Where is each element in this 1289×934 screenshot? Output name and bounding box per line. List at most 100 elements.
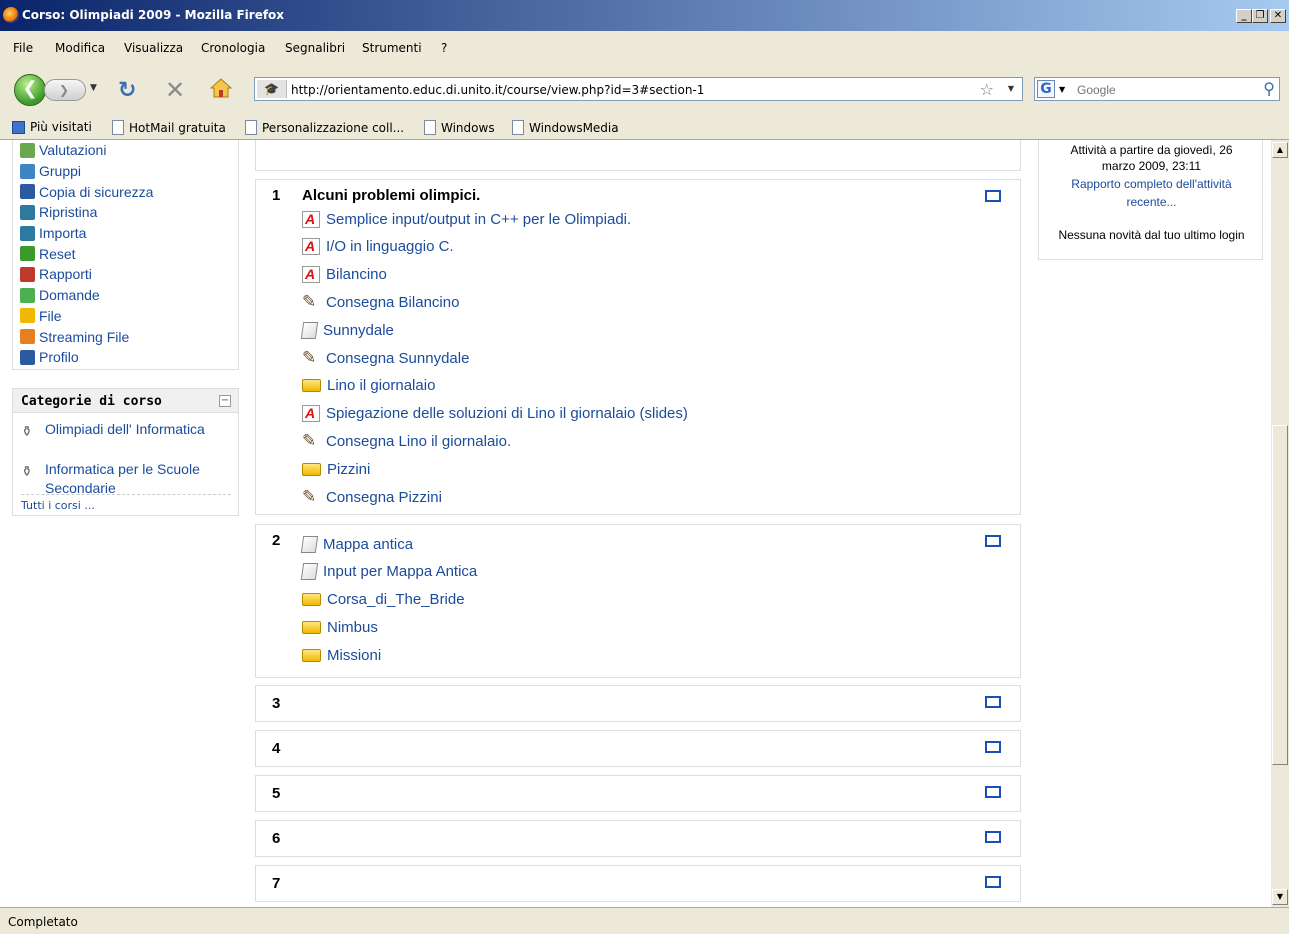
activity-link[interactable]: Nimbus xyxy=(302,617,378,637)
history-dropdown-icon[interactable]: ▼ xyxy=(90,83,97,93)
show-only-section-icon[interactable] xyxy=(985,190,1001,202)
search-engine-icon[interactable]: G xyxy=(1037,80,1055,98)
bookmark-hotmail[interactable]: HotMail gratuita xyxy=(112,120,226,135)
site-identity-icon[interactable]: 🎓 xyxy=(257,80,287,98)
home-icon[interactable] xyxy=(210,77,232,99)
activity-link[interactable]: Consegna Pizzini xyxy=(302,487,442,507)
full-report-link-line2[interactable]: recente... xyxy=(1039,193,1264,211)
bookmark-piu-visitati[interactable]: Più visitati xyxy=(12,120,92,134)
show-only-section-icon[interactable] xyxy=(985,786,1001,798)
activity-label[interactable]: I/O in linguaggio C. xyxy=(326,238,454,255)
activity-link[interactable]: Consegna Sunnydale xyxy=(302,348,469,368)
activity-link[interactable]: Consegna Lino il giornalaio. xyxy=(302,431,511,451)
admin-item-reset[interactable]: Reset xyxy=(20,243,153,264)
scroll-thumb[interactable] xyxy=(1272,425,1288,765)
scroll-down-button[interactable]: ▼ xyxy=(1272,889,1288,905)
minimize-button[interactable]: _ xyxy=(1236,9,1252,23)
menu-visualizza[interactable]: Visualizza xyxy=(124,41,183,55)
admin-item-domande[interactable]: Domande xyxy=(20,285,153,306)
activity-link[interactable]: Consegna Bilancino xyxy=(302,292,459,312)
show-only-section-icon[interactable] xyxy=(985,741,1001,753)
collapse-icon[interactable]: − xyxy=(219,395,231,407)
recent-activity-block: Attività a partire da giovedì, 26 marzo … xyxy=(1038,140,1263,260)
section-number: 5 xyxy=(272,785,281,802)
activity-label[interactable]: Lino il giornalaio xyxy=(327,377,435,394)
scroll-up-button[interactable]: ▲ xyxy=(1272,142,1288,158)
menu-modifica[interactable]: Modifica xyxy=(55,41,105,55)
activity-link[interactable]: Mappa antica xyxy=(300,534,413,554)
activity-label[interactable]: Missioni xyxy=(327,647,381,664)
activity-link[interactable]: Missioni xyxy=(302,645,381,665)
forward-button[interactable]: ❯ xyxy=(44,79,86,101)
activity-link[interactable]: Spiegazione delle soluzioni di Lino il g… xyxy=(302,404,688,424)
activity-link[interactable]: Corsa_di_The_Bride xyxy=(302,590,465,610)
folder-icon xyxy=(302,593,321,607)
menu-segnalibri[interactable]: Segnalibri xyxy=(285,41,345,55)
show-only-section-icon[interactable] xyxy=(985,876,1001,888)
activity-label[interactable]: Pizzini xyxy=(327,461,370,478)
close-button[interactable]: ✕ xyxy=(1270,9,1286,23)
bookmark-windowsmedia[interactable]: WindowsMedia xyxy=(512,120,619,135)
menu-help[interactable]: ? xyxy=(441,41,447,55)
bookmark-personalizzazione[interactable]: Personalizzazione coll... xyxy=(245,120,404,135)
activity-label[interactable]: Mappa antica xyxy=(323,536,413,553)
maximize-button[interactable]: ❐ xyxy=(1252,9,1268,23)
url-dropdown-icon[interactable]: ▼ xyxy=(1008,84,1014,93)
search-icon[interactable]: ⚲ xyxy=(1263,79,1275,98)
menu-file[interactable]: File xyxy=(13,41,33,55)
show-only-section-icon[interactable] xyxy=(985,535,1001,547)
category-icon: ⚱ xyxy=(21,463,33,479)
stop-icon[interactable]: ✕ xyxy=(165,76,185,104)
search-input[interactable] xyxy=(1077,81,1247,98)
admin-item-valutazioni[interactable]: Valutazioni xyxy=(20,140,153,161)
url-bar[interactable]: 🎓 ☆ ▼ xyxy=(254,77,1023,101)
admin-item-rapporti[interactable]: Rapporti xyxy=(20,264,153,285)
url-input[interactable] xyxy=(291,81,951,98)
menu-strumenti[interactable]: Strumenti xyxy=(362,41,422,55)
admin-item-profilo[interactable]: Profilo xyxy=(20,347,153,368)
menu-cronologia[interactable]: Cronologia xyxy=(201,41,265,55)
admin-item-gruppi[interactable]: Gruppi xyxy=(20,161,153,182)
admin-item-importa[interactable]: Importa xyxy=(20,223,153,244)
assignment-icon xyxy=(302,487,320,507)
activity-link[interactable]: I/O in linguaggio C. xyxy=(302,237,454,257)
activity-label[interactable]: Spiegazione delle soluzioni di Lino il g… xyxy=(326,405,688,422)
vertical-scrollbar[interactable]: ▲ ▼ xyxy=(1271,140,1289,907)
activity-link[interactable]: Semplice input/output in C++ per le Olim… xyxy=(302,209,631,229)
activity-label[interactable]: Consegna Pizzini xyxy=(326,489,442,506)
bookmark-windows[interactable]: Windows xyxy=(424,120,495,135)
admin-item-file[interactable]: File xyxy=(20,306,153,327)
activity-label[interactable]: Consegna Bilancino xyxy=(326,294,459,311)
bookmarks-toolbar: Più visitati HotMail gratuita Personaliz… xyxy=(0,114,1289,140)
reload-icon[interactable]: ↻ xyxy=(118,78,136,103)
activity-link[interactable]: Lino il giornalaio xyxy=(302,376,435,396)
bookmark-star-icon[interactable]: ☆ xyxy=(980,80,994,99)
activity-link[interactable]: Pizzini xyxy=(302,459,370,479)
activity-link[interactable]: Sunnydale xyxy=(300,320,394,340)
activity-label[interactable]: Consegna Sunnydale xyxy=(326,350,469,367)
admin-item-streaming-file[interactable]: Streaming File xyxy=(20,326,153,347)
activity-link[interactable]: Input per Mappa Antica xyxy=(300,562,477,582)
search-bar[interactable]: G ▼ ⚲ xyxy=(1034,77,1280,101)
activity-label[interactable]: Semplice input/output in C++ per le Olim… xyxy=(326,211,631,228)
activity-label[interactable]: Input per Mappa Antica xyxy=(323,563,477,580)
admin-item-label: Importa xyxy=(39,225,87,242)
admin-item-ripristina[interactable]: Ripristina xyxy=(20,202,153,223)
activity-label[interactable]: Bilancino xyxy=(326,266,387,283)
full-report-link-line1[interactable]: Rapporto completo dell'attività xyxy=(1039,175,1264,193)
show-only-section-icon[interactable] xyxy=(985,831,1001,843)
back-button[interactable]: ❮ xyxy=(14,74,46,106)
search-engine-dropdown-icon[interactable]: ▼ xyxy=(1059,85,1065,94)
reports-icon xyxy=(20,266,35,282)
show-only-section-icon[interactable] xyxy=(985,696,1001,708)
activity-label[interactable]: Corsa_di_The_Bride xyxy=(327,591,465,608)
pdf-icon xyxy=(302,238,320,256)
status-bar: Completato xyxy=(0,907,1289,934)
activity-label[interactable]: Sunnydale xyxy=(323,322,394,339)
activity-label[interactable]: Consegna Lino il giornalaio. xyxy=(326,433,511,450)
all-courses-link[interactable]: Tutti i corsi ... xyxy=(21,499,95,512)
admin-item-copia-di-sicurezza[interactable]: Copia di sicurezza xyxy=(20,181,153,202)
assignment-icon xyxy=(302,431,320,451)
activity-link[interactable]: Bilancino xyxy=(302,265,387,285)
activity-label[interactable]: Nimbus xyxy=(327,619,378,636)
